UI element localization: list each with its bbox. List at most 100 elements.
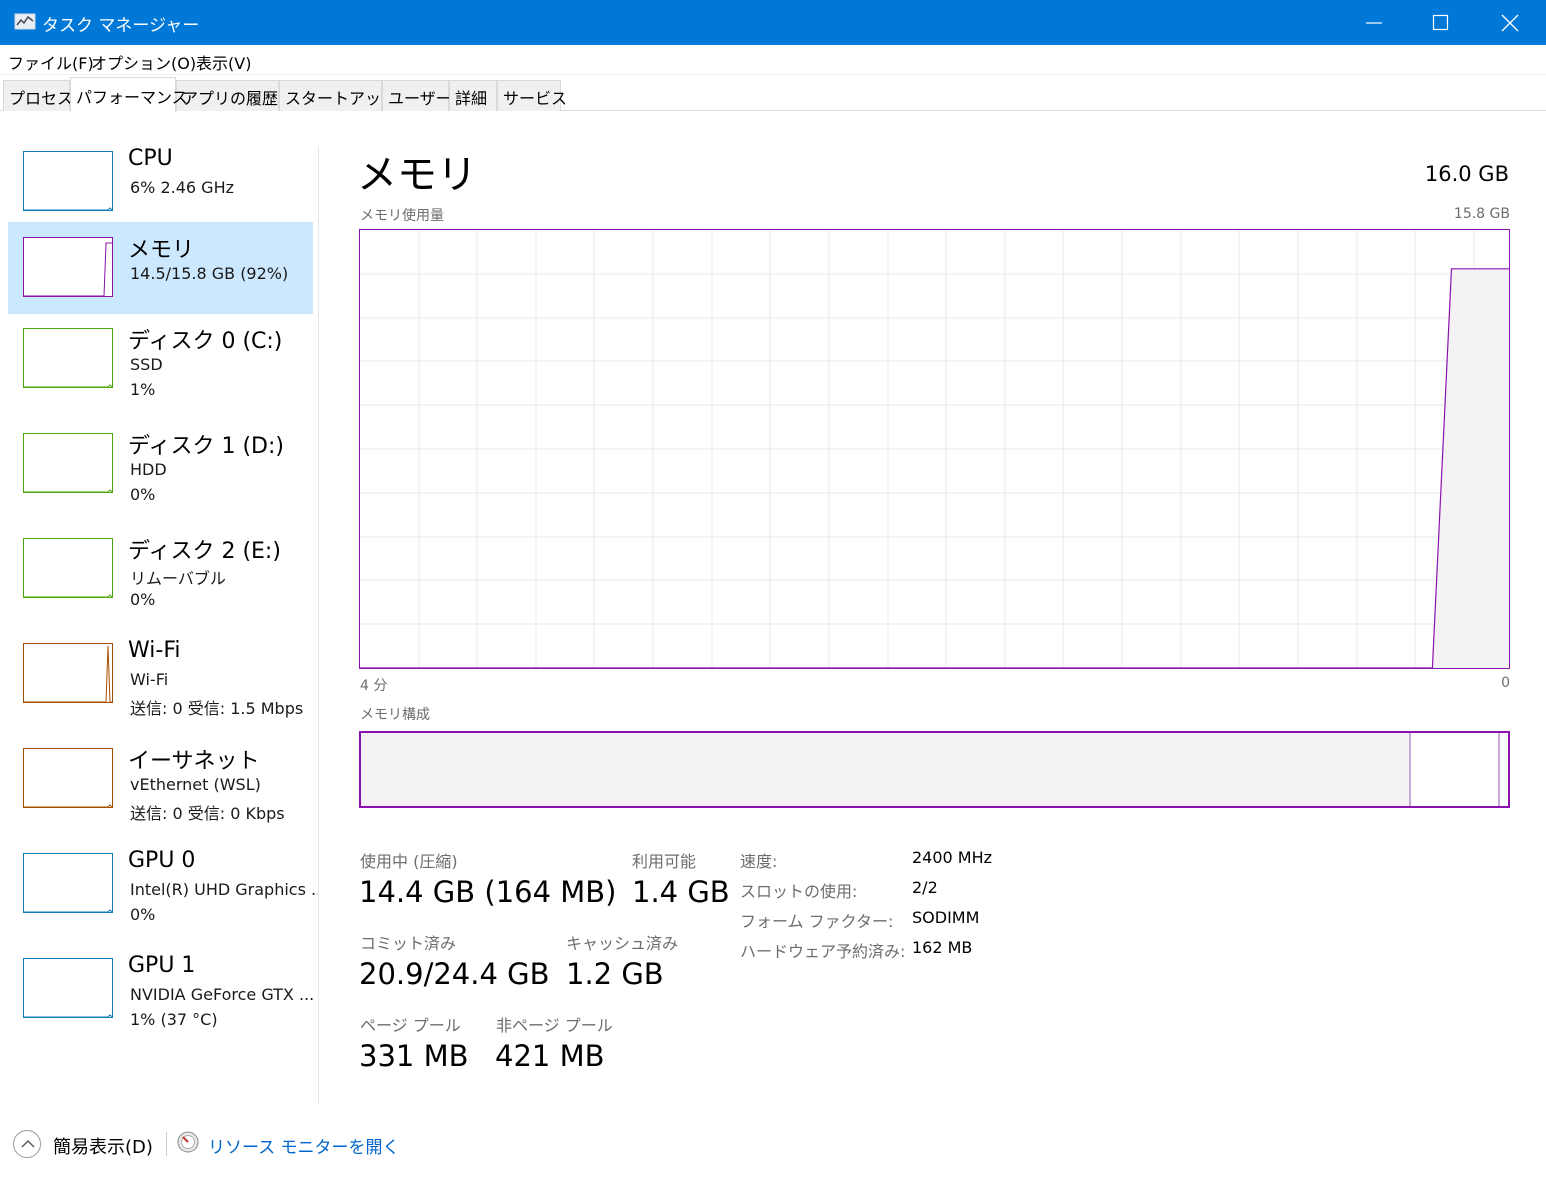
- available-value: 1.4 GB: [632, 875, 730, 909]
- in-use-label: 使用中 (圧縮): [360, 852, 458, 871]
- sidebar-item-sparkline: [24, 645, 112, 702]
- graph-axis-left: 4 分: [360, 678, 388, 694]
- sidebar-item-detail: vEthernet (WSL): [130, 775, 261, 794]
- sidebar-item-detail: Intel(R) UHD Graphics ...: [130, 880, 318, 899]
- usage-graph-label: メモリ使用量: [360, 208, 444, 224]
- open-resource-monitor-link[interactable]: リソース モニターを開く: [208, 1133, 400, 1158]
- speed-value: 2400 MHz: [912, 848, 993, 867]
- sidebar-item[interactable]: メモリ 14.5/15.8 GB (92%): [8, 222, 313, 314]
- form-factor-label: フォーム ファクター:: [740, 912, 894, 931]
- sidebar-item-thumbnail: [23, 538, 113, 598]
- sidebar-item-detail: 6% 2.46 GHz: [130, 178, 235, 197]
- task-manager-window: タスク マネージャー ファイル(F) オプション(O) 表示(V) プロセス パ…: [0, 0, 1546, 1182]
- memory-usage-chart: [360, 230, 1509, 669]
- tab-processes[interactable]: プロセス: [3, 80, 73, 111]
- sidebar-item[interactable]: GPU 1 NVIDIA GeForce GTX ... 1% (37 °C): [8, 943, 315, 1035]
- menu-file[interactable]: ファイル(F): [8, 50, 94, 74]
- sidebar-item-usage: 送信: 0 受信: 1.5 Mbps: [130, 699, 304, 718]
- sidebar-item-name: GPU 0: [128, 848, 196, 873]
- sidebar-item-name: ディスク 1 (D:): [128, 434, 284, 459]
- sidebar-item-name: GPU 1: [128, 953, 196, 978]
- sidebar-item-thumbnail: [23, 643, 113, 703]
- sidebar-item-name: イーサネット: [128, 749, 260, 774]
- sidebar-item-name: Wi-Fi: [128, 638, 181, 663]
- sidebar-item-name: CPU: [128, 146, 173, 171]
- close-button[interactable]: [1476, 0, 1544, 45]
- task-manager-app-icon: [14, 13, 36, 30]
- nonpaged-pool-label: 非ページ プール: [496, 1016, 613, 1035]
- window-title: タスク マネージャー: [42, 16, 200, 36]
- fewer-details-button[interactable]: [13, 1130, 41, 1158]
- fewer-details-label[interactable]: 簡易表示(D): [53, 1133, 153, 1159]
- maximize-button[interactable]: [1407, 0, 1475, 45]
- available-label: 利用可能: [632, 852, 697, 871]
- footer: 簡易表示(D) リソース モニターを開く: [0, 1118, 1546, 1182]
- sidebar-item-sparkline: [24, 909, 112, 912]
- sidebar-item-sparkline: [24, 207, 112, 210]
- sidebar-item[interactable]: ディスク 0 (C:) SSD 1%: [8, 313, 313, 405]
- composition-modified: [1498, 733, 1500, 806]
- resource-monitor-icon[interactable]: [177, 1131, 199, 1153]
- sidebar-item[interactable]: Wi-Fi Wi-Fi 送信: 0 受信: 1.5 Mbps: [8, 628, 313, 720]
- sidebar-item-thumbnail: [23, 433, 113, 493]
- composition-label: メモリ構成: [360, 707, 430, 723]
- committed-label: コミット済み: [360, 934, 457, 953]
- tab-app-history[interactable]: アプリの履歴: [176, 80, 279, 111]
- memory-usage-line: [360, 268, 1509, 669]
- sidebar-item-sparkline: [24, 1014, 112, 1017]
- resource-list: CPU 6% 2.46 GHz メモリ 14.5/15.8 GB (92%) ディスク …: [0, 112, 318, 1102]
- sidebar-item-name: ディスク 2 (E:): [128, 539, 281, 564]
- sidebar-item[interactable]: ディスク 2 (E:) リムーバブル 0%: [8, 523, 313, 615]
- hardware-reserved-value: 162 MB: [912, 938, 973, 957]
- memory-usage-area: [360, 268, 1509, 668]
- tab-details[interactable]: 詳細: [449, 80, 497, 111]
- sidebar-item-sparkline: [24, 594, 112, 597]
- slots-value: 2/2: [912, 878, 938, 897]
- sidebar-item[interactable]: ディスク 1 (D:) HDD 0%: [8, 418, 313, 510]
- sidebar-item-sparkline: [24, 384, 112, 387]
- footer-divider: [166, 1132, 167, 1156]
- sidebar-divider: [318, 146, 319, 1104]
- tab-performance[interactable]: パフォーマンス: [70, 77, 188, 112]
- sidebar-item[interactable]: CPU 6% 2.46 GHz: [8, 136, 313, 228]
- minimize-button[interactable]: [1340, 0, 1408, 45]
- memory-composition-bar: [359, 731, 1510, 808]
- sidebar-item-thumbnail: [23, 958, 113, 1018]
- sidebar-item-name: メモリ: [128, 238, 195, 263]
- graph-axis-right: 0: [1501, 675, 1510, 691]
- speed-label: 速度:: [740, 852, 778, 871]
- tab-services[interactable]: サービス: [497, 80, 567, 111]
- sidebar-item-usage: 1%: [130, 380, 156, 399]
- sidebar-item-thumbnail: [23, 748, 113, 808]
- tab-startup[interactable]: スタートアップ: [279, 80, 397, 111]
- sidebar-item-detail: リムーバブル: [130, 569, 226, 588]
- nonpaged-pool-value: 421 MB: [495, 1039, 605, 1073]
- sidebar-item-name: ディスク 0 (C:): [128, 329, 283, 354]
- sidebar-item-usage: 0%: [130, 485, 156, 504]
- sidebar-item-usage: 0%: [130, 590, 156, 609]
- sidebar-item-sparkline: [24, 804, 112, 807]
- sidebar-item-usage: 送信: 0 受信: 0 Kbps: [130, 804, 285, 823]
- title-bar[interactable]: タスク マネージャー: [0, 0, 1546, 45]
- minimize-icon: [1366, 22, 1382, 24]
- close-icon: [1501, 14, 1519, 32]
- usage-graph-max: 15.8 GB: [1453, 206, 1510, 222]
- cached-value: 1.2 GB: [566, 957, 664, 991]
- slots-label: スロットの使用:: [740, 882, 858, 901]
- in-use-value: 14.4 GB (164 MB): [359, 875, 617, 909]
- menu-options[interactable]: オプション(O): [91, 50, 196, 74]
- committed-value: 20.9/24.4 GB: [359, 957, 550, 991]
- sidebar-item-detail: Wi-Fi: [130, 670, 169, 689]
- sidebar-item-thumbnail: [23, 237, 113, 297]
- sidebar-item-thumbnail: [23, 328, 113, 388]
- tab-users[interactable]: ユーザー: [382, 80, 452, 111]
- memory-total: 16.0 GB: [1424, 162, 1509, 186]
- hardware-reserved-label: ハードウェア予約済み:: [740, 942, 906, 961]
- sidebar-item-detail: NVIDIA GeForce GTX ...: [130, 985, 315, 1004]
- menu-view[interactable]: 表示(V): [196, 50, 251, 74]
- sidebar-item[interactable]: GPU 0 Intel(R) UHD Graphics ... 0%: [8, 838, 318, 930]
- paged-pool-label: ページ プール: [360, 1016, 461, 1035]
- sidebar-item[interactable]: イーサネット vEthernet (WSL) 送信: 0 受信: 0 Kbps: [8, 733, 313, 825]
- tab-bar: プロセス パフォーマンス アプリの履歴 スタートアップ ユーザー 詳細 サービス: [0, 75, 1546, 112]
- sidebar-item-thumbnail: [23, 853, 113, 913]
